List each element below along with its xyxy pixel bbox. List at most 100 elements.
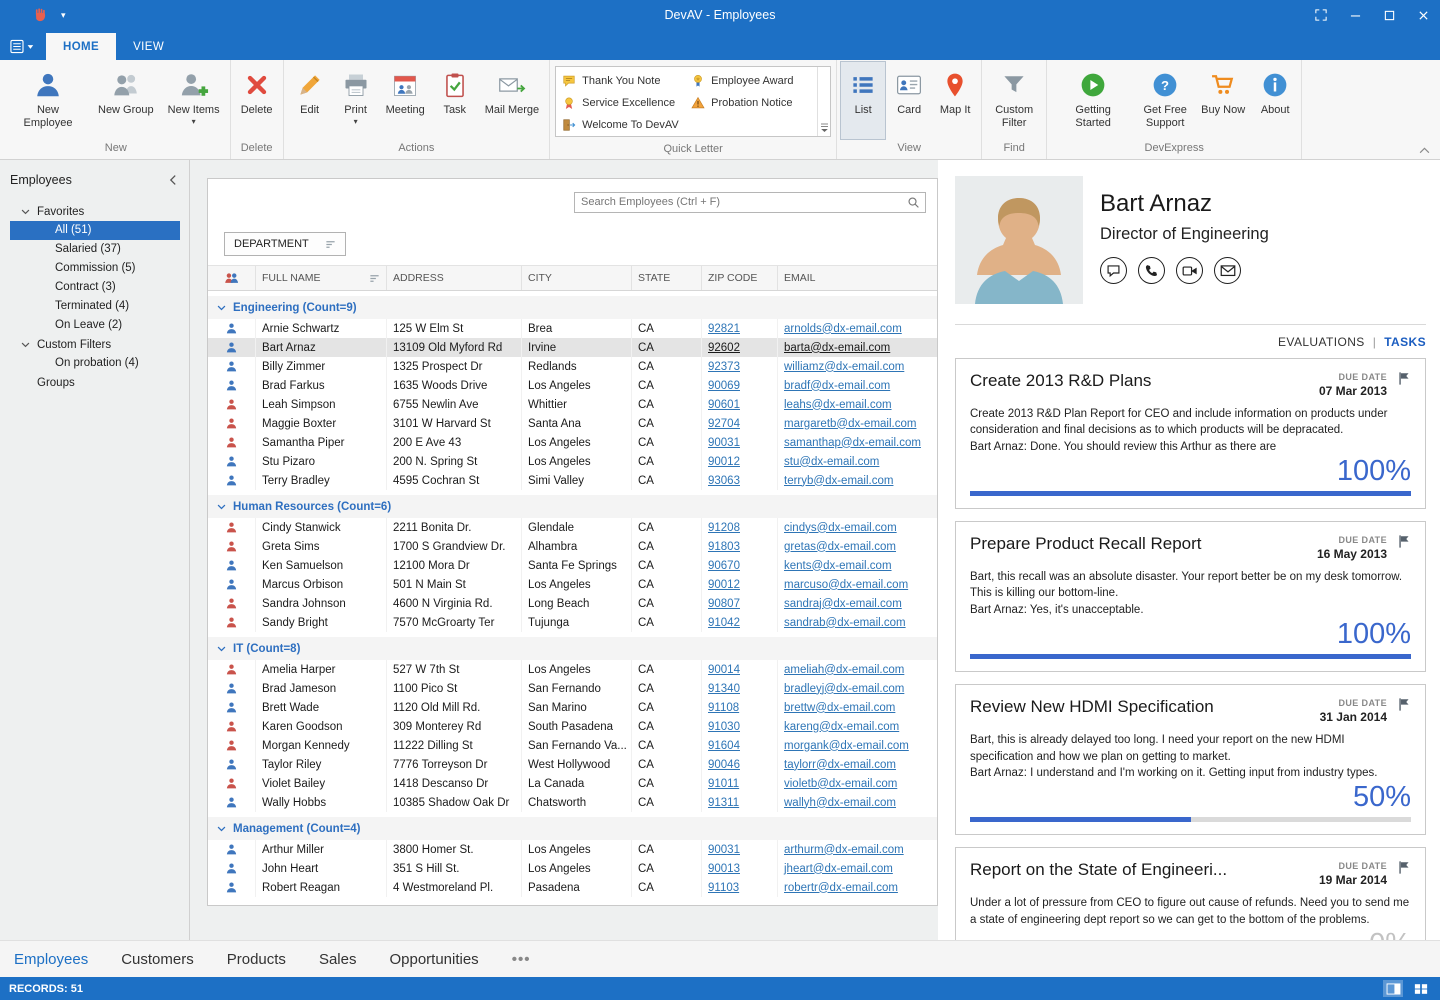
email-link[interactable]: williamz@dx-email.com <box>784 361 904 373</box>
employee-row-brad-farkus[interactable]: Brad Farkus1635 Woods DriveLos AngelesCA… <box>208 376 937 395</box>
group-row-engineering-count-9[interactable]: Engineering (Count=9) <box>208 296 937 319</box>
mail-merge-button[interactable]: Mail Merge <box>478 61 546 140</box>
email-link[interactable]: wallyh@dx-email.com <box>784 797 896 809</box>
get-free-support-button[interactable]: ?Get Free Support <box>1136 61 1194 140</box>
card-button[interactable]: Card <box>886 61 932 140</box>
sidebar-item-on-leave-2[interactable]: On Leave (2) <box>10 316 180 335</box>
email-link[interactable]: kareng@dx-email.com <box>784 721 899 733</box>
employee-row-karen-goodson[interactable]: Karen Goodson309 Monterey RdSouth Pasade… <box>208 717 937 736</box>
close-button[interactable] <box>1406 0 1440 30</box>
column-header-full-name[interactable]: FULL NAME <box>256 266 387 290</box>
welcome-to-devav-button[interactable]: Welcome To DevAV <box>559 114 688 136</box>
email-link[interactable]: gretas@dx-email.com <box>784 541 896 553</box>
ribbon-tab-home[interactable]: HOME <box>46 33 116 60</box>
module-tab-sales[interactable]: Sales <box>319 951 357 968</box>
search-input[interactable] <box>575 196 907 208</box>
zip-link[interactable]: 92704 <box>708 418 740 430</box>
quick-access-caret-icon[interactable]: ▾ <box>61 10 66 21</box>
group-row-human-resources-count-6[interactable]: Human Resources (Count=6) <box>208 495 937 518</box>
sidebar-item-terminated-4[interactable]: Terminated (4) <box>10 297 180 316</box>
ribbon-tab-view[interactable]: VIEW <box>116 33 181 60</box>
employee-row-marcus-orbison[interactable]: Marcus Orbison501 N Main StLos AngelesCA… <box>208 575 937 594</box>
column-header-email[interactable]: EMAIL <box>778 266 937 290</box>
tab-tasks[interactable]: TASKS <box>1384 335 1426 349</box>
employee-row-billy-zimmer[interactable]: Billy Zimmer1325 Prospect DrRedlandsCA92… <box>208 357 937 376</box>
sidebar-collapse-button[interactable] <box>169 174 177 186</box>
employee-row-arthur-miller[interactable]: Arthur Miller3800 Homer St.Los AngelesCA… <box>208 840 937 859</box>
edit-button[interactable]: Edit <box>287 61 333 140</box>
employee-row-maggie-boxter[interactable]: Maggie Boxter3101 W Harvard StSanta AnaC… <box>208 414 937 433</box>
tab-evaluations[interactable]: EVALUATIONS <box>1278 335 1365 349</box>
sidebar-item-commission-5[interactable]: Commission (5) <box>10 259 180 278</box>
sidebar-section-favorites[interactable]: Favorites <box>0 202 189 221</box>
employee-row-john-heart[interactable]: John Heart351 S Hill St.Los AngelesCA900… <box>208 859 937 878</box>
employee-row-bart-arnaz[interactable]: Bart Arnaz13109 Old Myford RdIrvineCA926… <box>208 338 937 357</box>
zip-link[interactable]: 90046 <box>708 759 740 771</box>
sidebar-section-custom-filters[interactable]: Custom Filters <box>0 335 189 354</box>
grid-toggle-button[interactable] <box>1411 980 1431 997</box>
app-menu-button[interactable] <box>10 39 36 54</box>
employee-row-wally-hobbs[interactable]: Wally Hobbs10385 Shadow Oak DrChatsworth… <box>208 793 937 812</box>
map-it-button[interactable]: Map It <box>932 61 978 140</box>
chat-button[interactable] <box>1100 257 1127 284</box>
employee-row-sandra-johnson[interactable]: Sandra Johnson4600 N Virginia Rd.Long Be… <box>208 594 937 613</box>
zip-link[interactable]: 90013 <box>708 863 740 875</box>
employee-award-button[interactable]: Employee Award <box>688 70 817 92</box>
phone-button[interactable] <box>1138 257 1165 284</box>
more-modules-button[interactable]: ••• <box>512 951 531 968</box>
email-link[interactable]: leahs@dx-email.com <box>784 399 892 411</box>
zip-link[interactable]: 90031 <box>708 437 740 449</box>
sidebar-section-groups[interactable]: Groups <box>0 373 189 392</box>
zip-link[interactable]: 93063 <box>708 475 740 487</box>
people-column-header[interactable] <box>208 266 256 290</box>
thank-you-note-button[interactable]: Thank You Note <box>559 70 688 92</box>
employee-row-greta-sims[interactable]: Greta Sims1700 S Grandview Dr.AlhambraCA… <box>208 537 937 556</box>
email-link[interactable]: samanthap@dx-email.com <box>784 437 921 449</box>
task-button[interactable]: Task <box>432 61 478 140</box>
zip-link[interactable]: 91030 <box>708 721 740 733</box>
email-link[interactable]: robertr@dx-email.com <box>784 882 898 894</box>
service-excellence-button[interactable]: Service Excellence <box>559 92 688 114</box>
zip-link[interactable]: 90012 <box>708 579 740 591</box>
zip-link[interactable]: 91103 <box>708 882 739 894</box>
zip-link[interactable]: 91803 <box>708 541 740 553</box>
zip-link[interactable]: 91042 <box>708 617 740 629</box>
ribbon-collapse-button[interactable] <box>1419 147 1430 154</box>
zip-link[interactable]: 91108 <box>708 702 739 714</box>
new-employee-button[interactable]: New Employee <box>5 61 91 140</box>
list-button[interactable]: List <box>840 61 886 140</box>
employee-row-stu-pizaro[interactable]: Stu Pizaro200 N. Spring StLos AngelesCA9… <box>208 452 937 471</box>
sidebar-item-all-51[interactable]: All (51) <box>10 221 180 240</box>
zip-link[interactable]: 91340 <box>708 683 740 695</box>
employee-row-samantha-piper[interactable]: Samantha Piper200 E Ave 43Los AngelesCA9… <box>208 433 937 452</box>
zip-link[interactable]: 90601 <box>708 399 740 411</box>
email-link[interactable]: kents@dx-email.com <box>784 560 892 572</box>
new-items-button[interactable]: New Items▾ <box>161 61 227 140</box>
employee-row-sandy-bright[interactable]: Sandy Bright7570 McGroarty TerTujungaCA9… <box>208 613 937 632</box>
about-button[interactable]: About <box>1252 61 1298 140</box>
zip-link[interactable]: 90069 <box>708 380 740 392</box>
employee-row-cindy-stanwick[interactable]: Cindy Stanwick2211 Bonita Dr.GlendaleCA9… <box>208 518 937 537</box>
gallery-dropdown-button[interactable] <box>817 67 830 136</box>
probation-notice-button[interactable]: Probation Notice <box>688 92 817 114</box>
email-link[interactable]: violetb@dx-email.com <box>784 778 897 790</box>
zip-link[interactable]: 91311 <box>708 797 739 809</box>
zip-link[interactable]: 90807 <box>708 598 740 610</box>
task-card[interactable]: Review New HDMI SpecificationDUE DATE31 … <box>955 684 1426 835</box>
sidebar-item-contract-3[interactable]: Contract (3) <box>10 278 180 297</box>
panel-toggle-button[interactable] <box>1383 980 1403 997</box>
email-link[interactable]: ameliah@dx-email.com <box>784 664 904 676</box>
employee-row-amelia-harper[interactable]: Amelia Harper527 W 7th StLos AngelesCA90… <box>208 660 937 679</box>
email-link[interactable]: arnolds@dx-email.com <box>784 323 902 335</box>
zip-link[interactable]: 92373 <box>708 361 740 373</box>
getting-started-button[interactable]: Getting Started <box>1050 61 1136 140</box>
email-link[interactable]: bradleyj@dx-email.com <box>784 683 904 695</box>
task-card[interactable]: Report on the State of Engineeri...DUE D… <box>955 847 1426 940</box>
group-row-it-count-8[interactable]: IT (Count=8) <box>208 637 937 660</box>
column-header-zip-code[interactable]: ZIP CODE <box>702 266 778 290</box>
email-button[interactable] <box>1214 257 1241 284</box>
employee-row-leah-simpson[interactable]: Leah Simpson6755 Newlin AveWhittierCA906… <box>208 395 937 414</box>
employee-row-brad-jameson[interactable]: Brad Jameson1100 Pico StSan FernandoCA91… <box>208 679 937 698</box>
employee-row-taylor-riley[interactable]: Taylor Riley7776 Torreyson DrWest Hollyw… <box>208 755 937 774</box>
module-tab-products[interactable]: Products <box>227 951 286 968</box>
